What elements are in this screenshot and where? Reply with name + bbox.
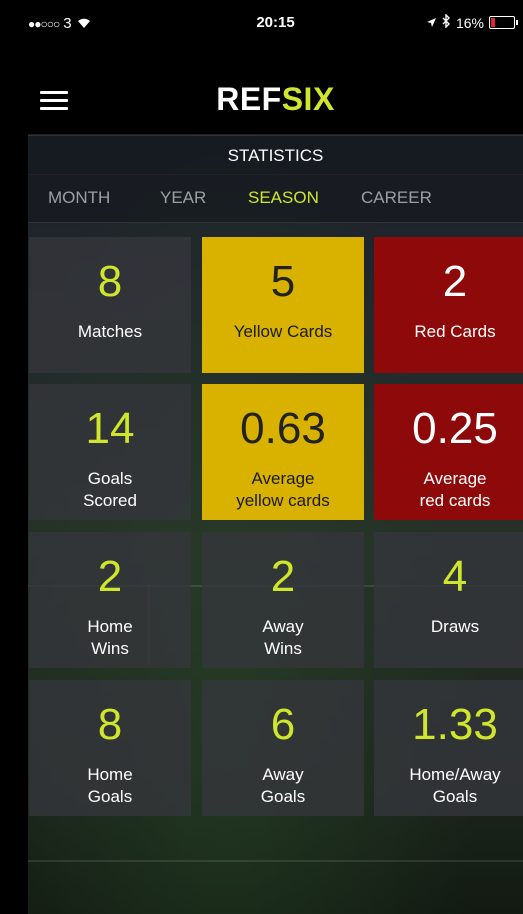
stat-label-line1: Draws (430, 617, 480, 636)
stat-label: Draws (374, 616, 523, 638)
stat-label-line2: Goals (87, 787, 133, 806)
stat-label: Home Goals (29, 764, 191, 808)
stat-value: 0.63 (240, 404, 326, 453)
stat-tile-away-goals[interactable]: 6 Away Goals (202, 680, 364, 816)
stat-label-line1: Home/Away (409, 765, 501, 784)
stat-label-line1: Away (262, 765, 304, 784)
stat-label-line2: Goals (260, 787, 306, 806)
stat-label-line1: Away (262, 617, 304, 636)
app-screen: ●●○○○ 3 20:15 16% REFSIX STATISTICS MONT… (28, 0, 523, 914)
stat-label-line1: Yellow Cards (233, 322, 333, 341)
stat-value: 1.33 (412, 700, 498, 749)
stat-tile-red-cards[interactable]: 2 Red Cards (374, 237, 523, 373)
stat-tile-goals-scored[interactable]: 14 Goals Scored (29, 384, 191, 520)
period-tabs: MONTH YEAR SEASON CAREER (28, 174, 523, 223)
tab-year[interactable]: YEAR (160, 188, 206, 208)
stat-label: Average red cards (374, 468, 523, 512)
stat-label-line2: Wins (264, 639, 302, 658)
tab-season[interactable]: SEASON (248, 188, 319, 208)
stat-label-line1: Red Cards (414, 322, 496, 341)
stat-tile-home-away-goals[interactable]: 1.33 Home/Away Goals (374, 680, 523, 816)
page-title: STATISTICS (28, 135, 523, 175)
stat-value: 5 (270, 257, 296, 306)
stat-label-line1: Goals (87, 469, 133, 488)
stat-label-line1: Average (423, 469, 487, 488)
stat-label-line1: Home (87, 617, 133, 636)
stat-label-line1: Home (87, 765, 133, 784)
stat-value: 2 (97, 552, 123, 601)
stat-label: Goals Scored (29, 468, 191, 512)
stat-tile-home-wins[interactable]: 2 Home Wins (29, 532, 191, 668)
stat-tile-average-yellow[interactable]: 0.63 Average yellow cards (202, 384, 364, 520)
stat-value: 8 (97, 257, 123, 306)
battery-fill (491, 18, 495, 27)
battery-icon (489, 16, 518, 29)
stat-tile-away-wins[interactable]: 2 Away Wins (202, 532, 364, 668)
tab-month[interactable]: MONTH (48, 188, 110, 208)
logo-six: SIX (281, 81, 335, 117)
stat-value: 6 (270, 700, 296, 749)
stat-label-line2: red cards (419, 491, 491, 510)
stat-label-line2: Wins (91, 639, 129, 658)
stat-value: 2 (270, 552, 296, 601)
logo-ref: REF (216, 81, 282, 117)
stat-label-line1: Matches (77, 322, 143, 341)
stat-label: Home/Away Goals (374, 764, 523, 808)
stat-label: Away Wins (202, 616, 364, 660)
status-right: 16% (426, 13, 518, 31)
stat-label: Average yellow cards (202, 468, 364, 512)
tab-career[interactable]: CAREER (361, 188, 432, 208)
bluetooth-icon (442, 13, 451, 31)
stat-label-line2: Goals (432, 787, 478, 806)
stat-tile-average-red[interactable]: 0.25 Average red cards (374, 384, 523, 520)
location-arrow-icon (426, 15, 437, 31)
stat-value: 14 (85, 404, 135, 453)
stat-label: Matches (29, 321, 191, 343)
stat-value: 2 (442, 257, 468, 306)
stat-label: Away Goals (202, 764, 364, 808)
stat-label: Yellow Cards (202, 321, 364, 343)
status-bar: ●●○○○ 3 20:15 16% (28, 0, 523, 48)
field-line (28, 860, 523, 862)
refsix-logo: REFSIX (28, 81, 523, 118)
stat-value: 0.25 (412, 404, 498, 453)
stat-value: 4 (442, 552, 468, 601)
stat-tile-draws[interactable]: 4 Draws (374, 532, 523, 668)
stat-label: Red Cards (374, 321, 523, 343)
stat-tile-yellow-cards[interactable]: 5 Yellow Cards (202, 237, 364, 373)
app-header: REFSIX (28, 48, 523, 134)
stat-value: 8 (97, 700, 123, 749)
stat-label-line2: yellow cards (236, 491, 330, 510)
stat-tile-home-goals[interactable]: 8 Home Goals (29, 680, 191, 816)
stat-tile-matches[interactable]: 8 Matches (29, 237, 191, 373)
battery-percent: 16% (455, 14, 484, 31)
stat-label: Home Wins (29, 616, 191, 660)
stat-label-line1: Average (251, 469, 315, 488)
stat-label-line2: Scored (83, 491, 137, 510)
